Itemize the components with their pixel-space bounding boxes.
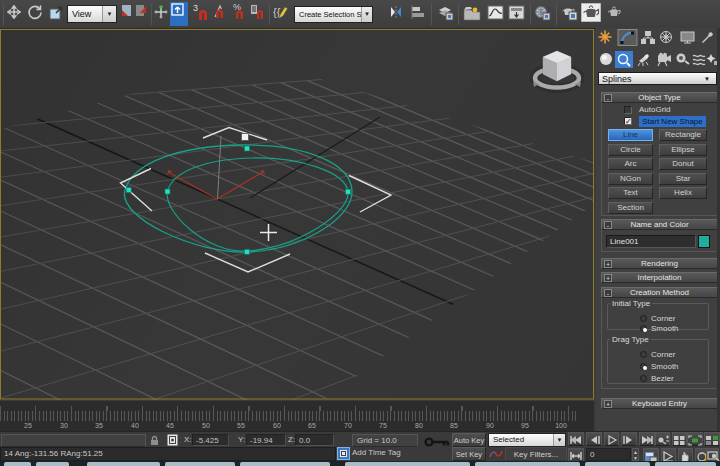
svg-text:{{: {{	[273, 6, 281, 18]
